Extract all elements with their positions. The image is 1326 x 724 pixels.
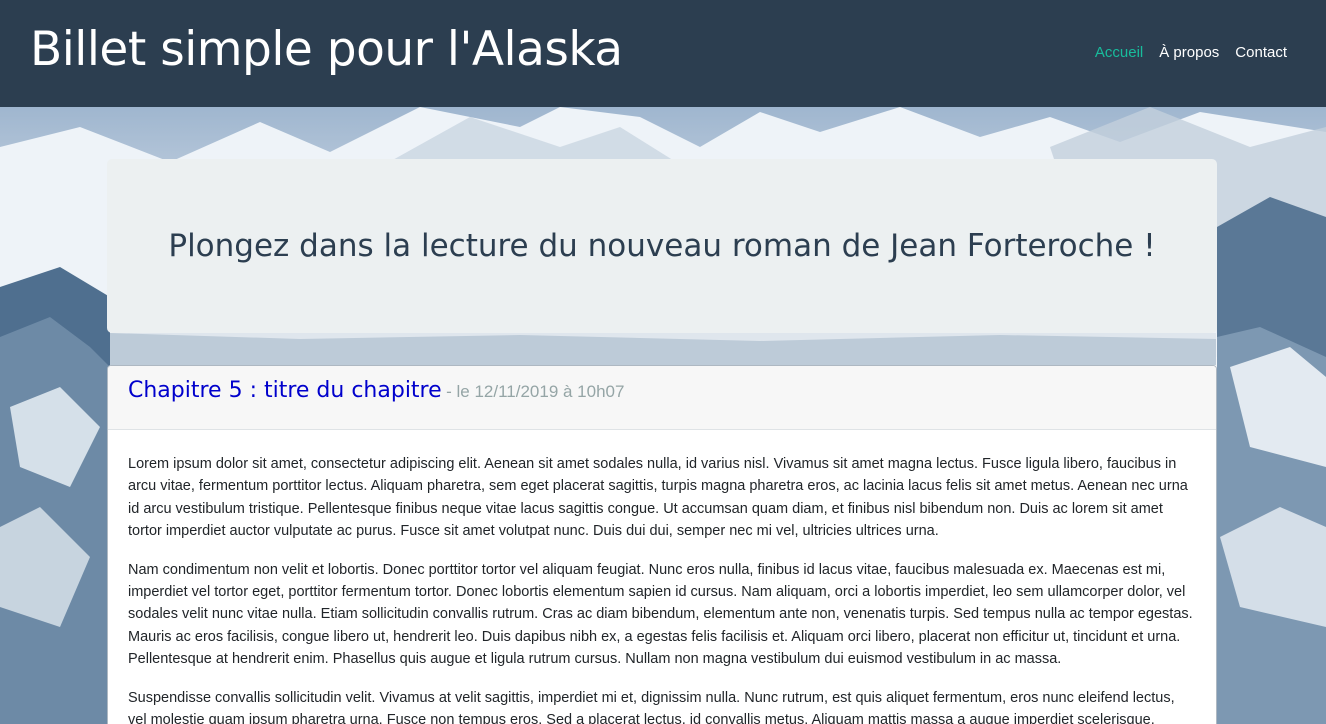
chapter-paragraph: Suspendisse convallis sollicitudin velit… — [128, 689, 1175, 724]
chapter-card: Chapitre 5 : titre du chapitre - le 12/1… — [107, 365, 1217, 724]
chapter-body: Lorem ipsum dolor sit amet, consectetur … — [108, 430, 1216, 724]
chapter-title-link[interactable]: Chapitre 5 : titre du chapitre — [128, 378, 442, 403]
nav-item-a-propos[interactable]: À propos — [1159, 43, 1219, 63]
chapter-paragraph: Nam condimentum non velit et lobortis. D… — [128, 561, 1193, 668]
nav-item-accueil[interactable]: Accueil — [1095, 43, 1143, 63]
hero-banner: Plongez dans la lecture du nouveau roman… — [107, 159, 1217, 333]
chapter-date: - le 12/11/2019 à 10h07 — [446, 382, 625, 401]
navbar: Billet simple pour l'Alaska Accueil À pr… — [0, 0, 1326, 107]
nav-item-contact[interactable]: Contact — [1235, 43, 1287, 63]
chapter-header: Chapitre 5 : titre du chapitre - le 12/1… — [108, 366, 1216, 430]
nav-menu: Accueil À propos Contact — [1095, 43, 1287, 63]
hero-title: Plongez dans la lecture du nouveau roman… — [168, 228, 1156, 264]
chapter-paragraph: Lorem ipsum dolor sit amet, consectetur … — [128, 456, 1188, 540]
site-title[interactable]: Billet simple pour l'Alaska — [30, 20, 623, 80]
